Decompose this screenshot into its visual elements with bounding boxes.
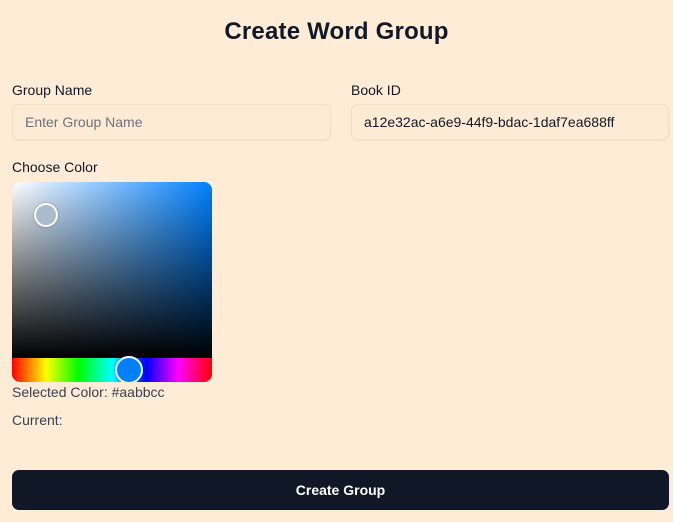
choose-color-label: Choose Color: [12, 159, 98, 175]
book-id-input[interactable]: [351, 104, 669, 140]
selected-color-text: Selected Color: #aabbcc: [12, 384, 165, 400]
hue-handle[interactable]: [115, 356, 143, 382]
create-group-button[interactable]: Create Group: [12, 470, 669, 510]
color-picker[interactable]: [12, 182, 212, 382]
group-name-input[interactable]: [12, 104, 331, 140]
group-name-label: Group Name: [12, 82, 93, 98]
hue-slider[interactable]: [12, 358, 212, 382]
page-title: Create Word Group: [224, 18, 449, 45]
saturation-handle[interactable]: [34, 203, 58, 227]
book-id-label: Book ID: [351, 82, 401, 98]
current-color-label: Current:: [12, 412, 63, 428]
